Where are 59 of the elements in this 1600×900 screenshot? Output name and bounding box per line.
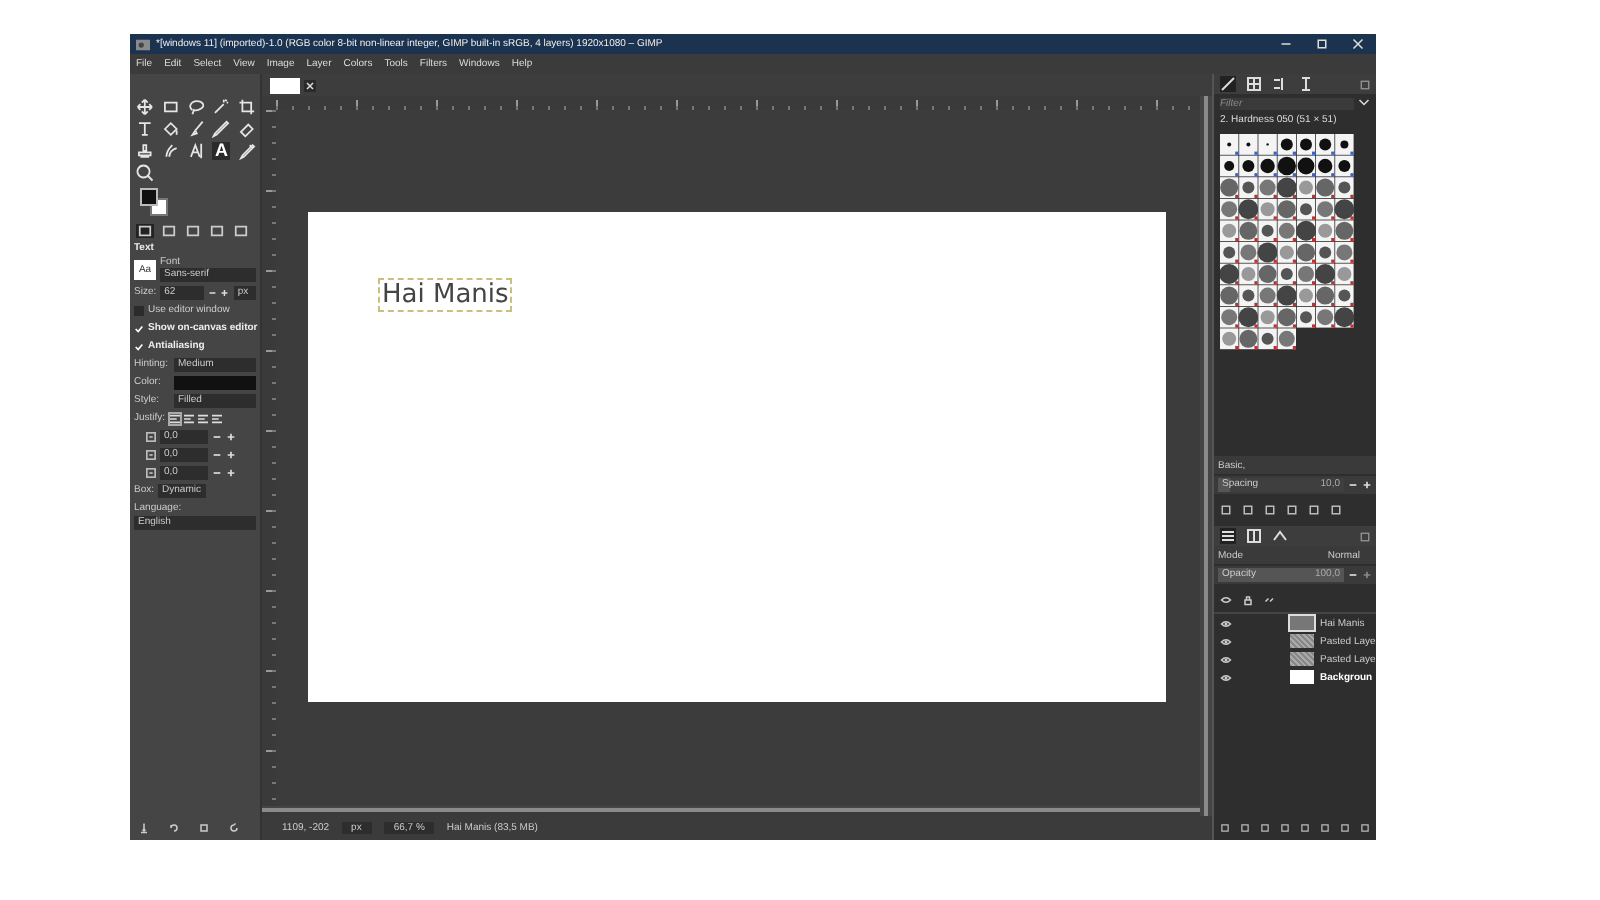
justify-icon[interactable]	[197, 413, 208, 423]
eye-icon[interactable]	[1220, 671, 1232, 683]
layer-thumbnail	[1290, 616, 1314, 630]
scrollbar[interactable]	[1204, 96, 1208, 816]
undo-icon[interactable]	[168, 821, 180, 833]
close-icon[interactable]	[304, 79, 316, 91]
color-swatch[interactable]	[174, 375, 256, 389]
lock-icon[interactable]	[1242, 593, 1254, 605]
eye-icon[interactable]	[1220, 617, 1232, 629]
text-layer[interactable]: Hai Manis	[378, 278, 513, 312]
justify-icon[interactable]	[183, 413, 194, 423]
eye-icon[interactable]	[1220, 653, 1232, 665]
color-swatches-icon[interactable]	[140, 188, 168, 216]
save-icon[interactable]	[138, 821, 150, 833]
app-icon	[136, 37, 150, 51]
minus-icon[interactable]	[1348, 570, 1358, 580]
checkbox[interactable]	[134, 305, 144, 315]
checkbox[interactable]	[134, 341, 144, 351]
minimize-icon[interactable]	[1280, 38, 1292, 50]
spacing-icon	[146, 449, 156, 459]
stamp-icon[interactable]	[136, 142, 154, 160]
search-icon[interactable]	[136, 164, 154, 182]
spacing-icon	[146, 467, 156, 477]
crop-icon[interactable]	[238, 98, 256, 116]
menu-icon[interactable]	[1360, 79, 1370, 89]
layer-thumbnail	[1290, 652, 1314, 666]
menu-icon[interactable]	[1360, 531, 1370, 541]
picker-icon[interactable]	[238, 142, 256, 160]
brush-icon[interactable]	[1220, 76, 1236, 92]
eye-icon[interactable]	[1220, 635, 1232, 647]
pencil-icon[interactable]	[212, 120, 231, 138]
chevron-icon[interactable]	[1358, 98, 1370, 108]
grid-icon[interactable]	[1246, 76, 1262, 92]
layer-thumbnail	[1290, 634, 1314, 648]
eye-icon[interactable]	[1220, 593, 1232, 605]
rectangle-select-icon[interactable]	[161, 98, 180, 116]
text-tool[interactable]: A	[212, 142, 231, 160]
delete-icon[interactable]	[198, 821, 210, 833]
bucket-icon[interactable]	[161, 120, 180, 138]
image-tab[interactable]	[270, 77, 300, 93]
justify-icon[interactable]	[211, 413, 222, 423]
lasso-icon[interactable]	[187, 98, 205, 116]
checkbox[interactable]	[134, 323, 144, 333]
smudge-icon[interactable]	[161, 142, 180, 160]
wand-icon[interactable]	[212, 98, 231, 116]
move-icon[interactable]	[136, 98, 154, 116]
reset-icon[interactable]	[228, 821, 240, 833]
justify-icon[interactable]	[169, 413, 180, 423]
channels-icon[interactable]	[1246, 528, 1262, 544]
spacing-icon	[146, 431, 156, 441]
minus-icon[interactable]	[1348, 480, 1358, 490]
layers-icon[interactable]	[1220, 528, 1236, 544]
maximize-icon[interactable]	[1316, 38, 1328, 50]
scrollbar[interactable]	[262, 808, 1200, 816]
brush-icon[interactable]	[187, 120, 205, 138]
eraser-icon[interactable]	[238, 120, 256, 138]
minus-icon[interactable]	[207, 287, 217, 297]
close-icon[interactable]	[1352, 38, 1364, 50]
layer-thumbnail	[1290, 670, 1314, 684]
